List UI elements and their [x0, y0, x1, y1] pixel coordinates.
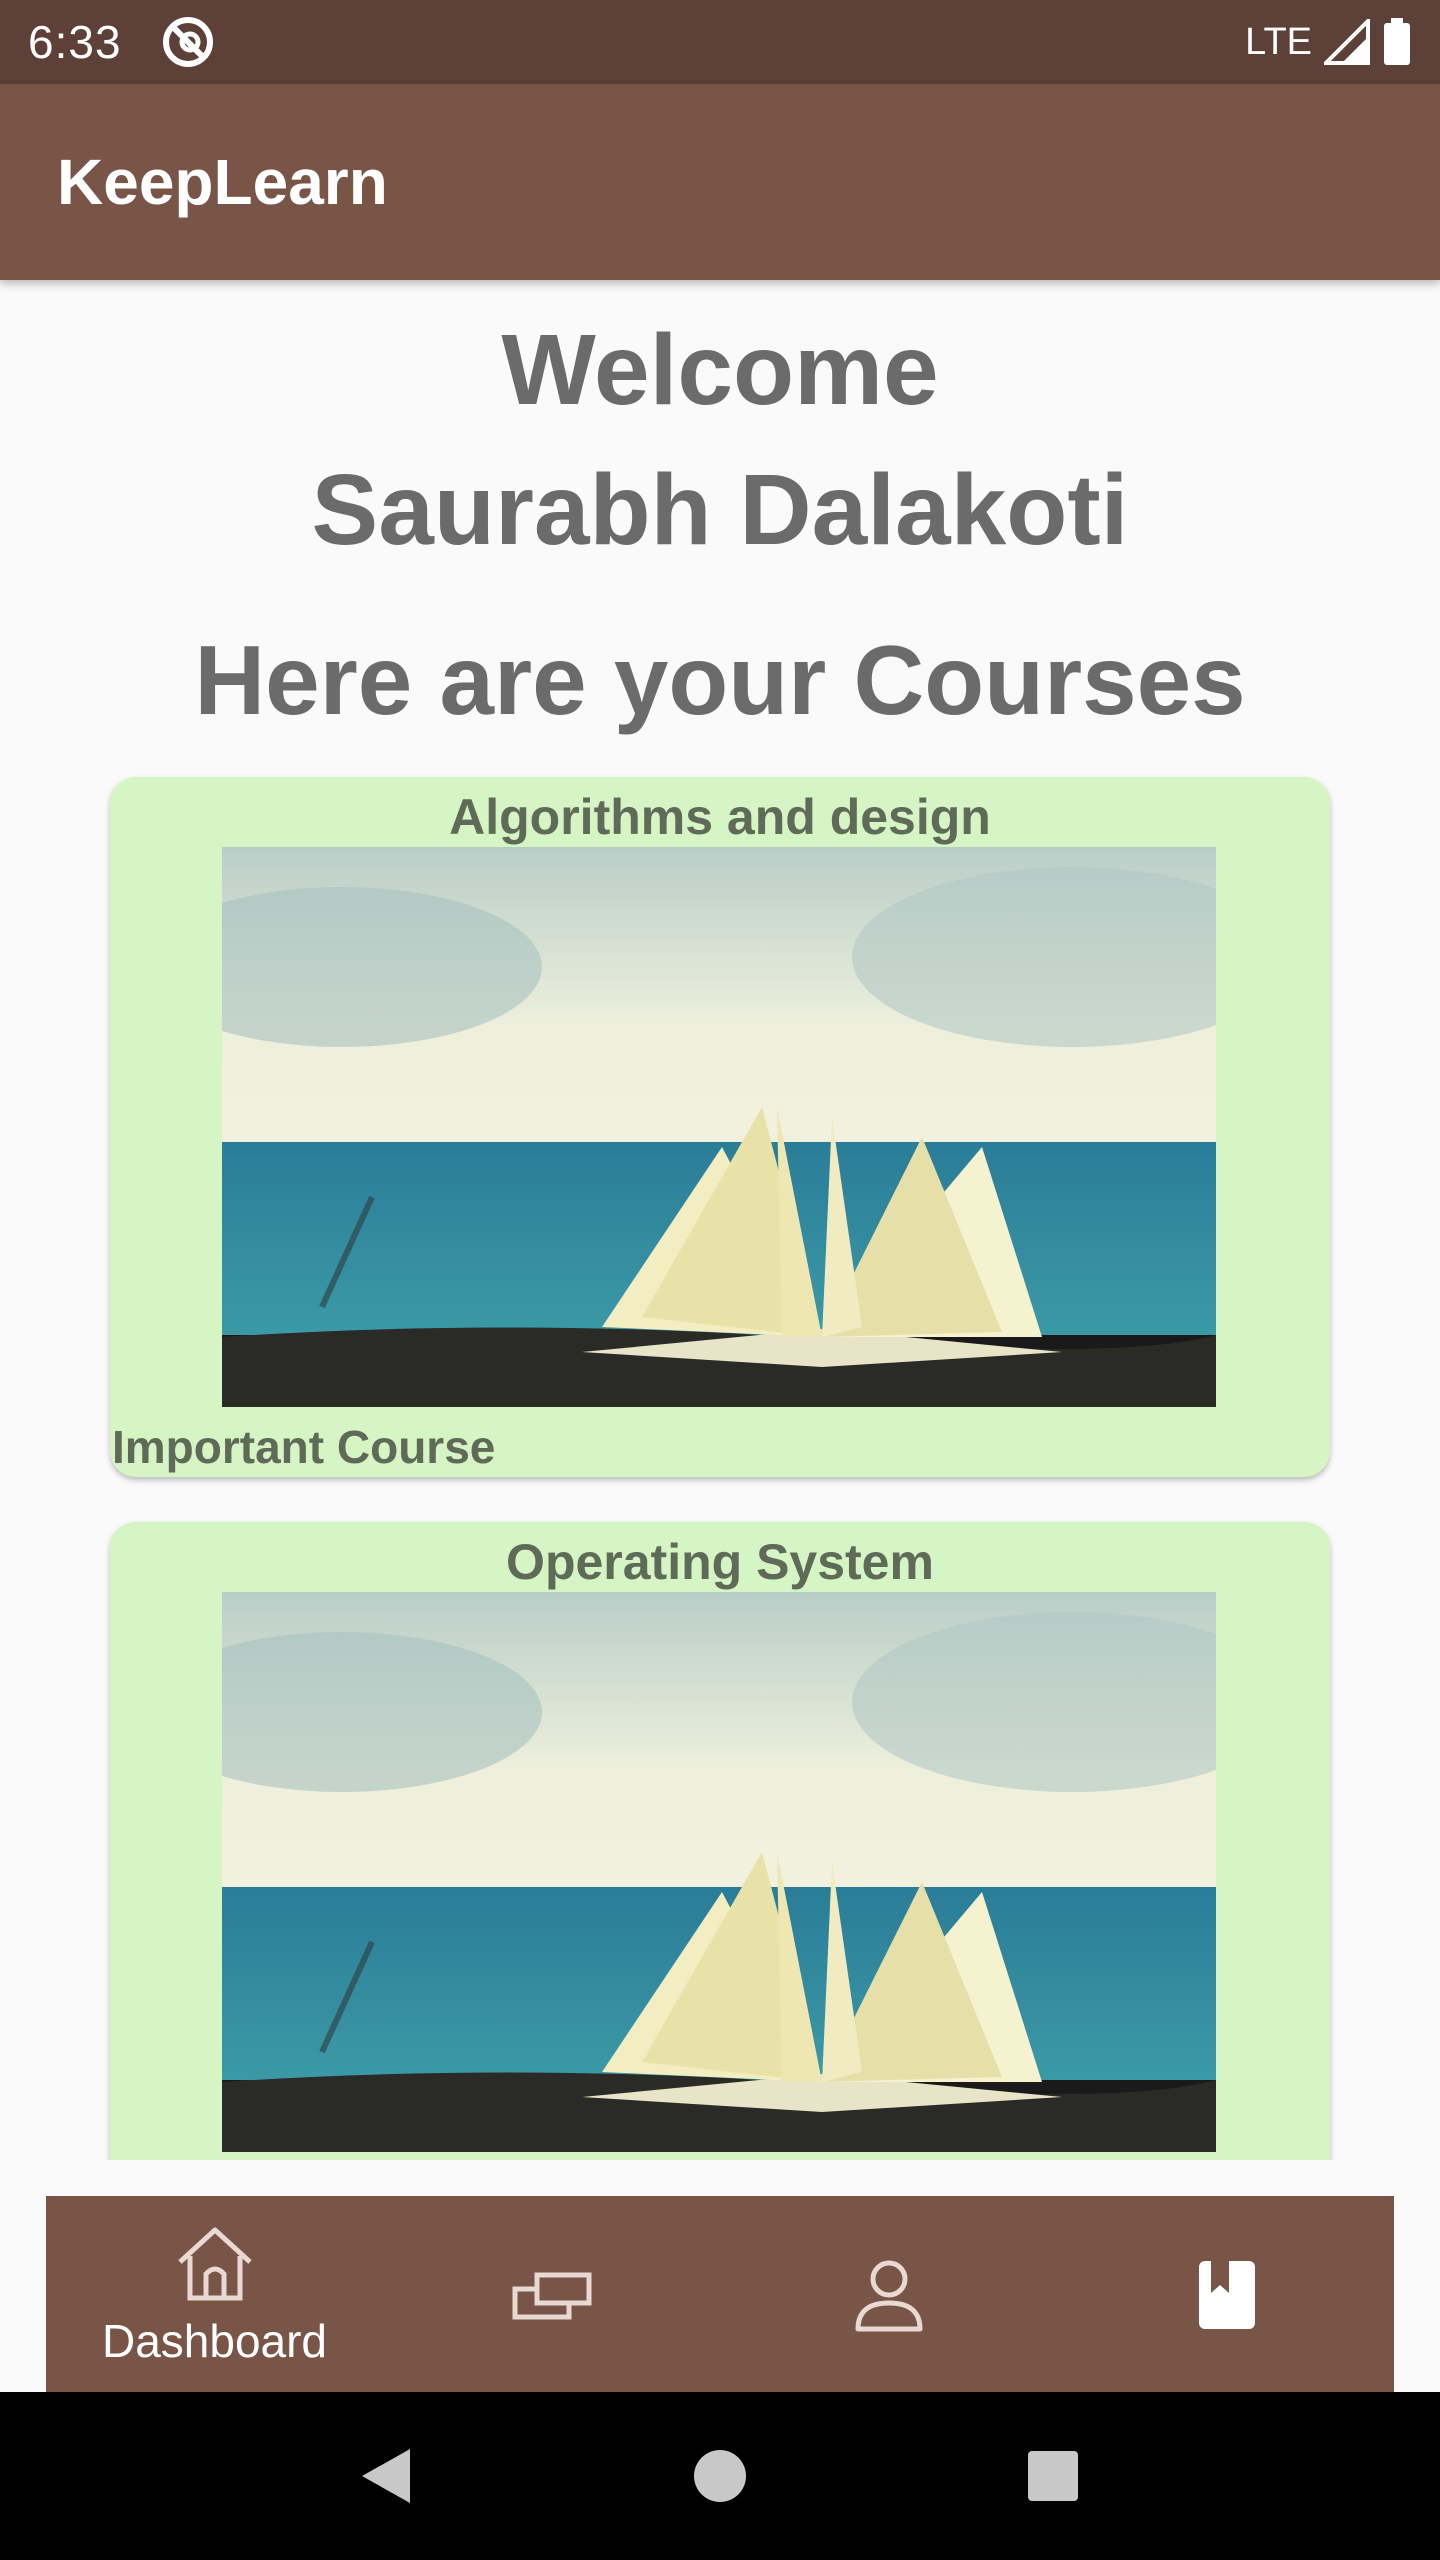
battery-icon	[1384, 18, 1410, 65]
course-card[interactable]: Operating System	[110, 1522, 1330, 2160]
course-title: Algorithms and design	[449, 789, 991, 845]
app-title: KeepLearn	[57, 146, 388, 218]
app-bar: KeepLearn	[0, 84, 1440, 280]
status-bar: 6:33 LTE	[0, 0, 1440, 84]
bookmark-book-icon	[1198, 2261, 1255, 2329]
home-icon	[177, 2227, 252, 2301]
course-image	[222, 1592, 1216, 2152]
bottom-navigation: Dashboard	[46, 2196, 1394, 2392]
status-indicators: LTE	[1245, 18, 1412, 66]
main-content[interactable]: Welcome Saurabh Dalakoti Here are your C…	[0, 280, 1440, 2160]
nav-item-courses[interactable]	[1057, 2196, 1394, 2392]
course-card[interactable]: Algorithms and design Important Course	[110, 777, 1330, 1477]
app-notification-icon	[162, 17, 213, 67]
nav-item-cards[interactable]	[383, 2196, 720, 2392]
nav-label-dashboard: Dashboard	[101, 2315, 328, 2367]
nav-item-profile[interactable]	[720, 2196, 1057, 2392]
profile-icon	[855, 2260, 922, 2332]
user-name: Saurabh Dalakoti	[311, 454, 1129, 566]
courses-heading: Here are your Courses	[194, 625, 1246, 735]
recents-icon[interactable]	[1018, 2441, 1088, 2511]
status-time: 6:33	[28, 16, 122, 68]
network-type: LTE	[1245, 20, 1312, 63]
course-image	[222, 847, 1216, 1407]
course-title: Operating System	[506, 1534, 934, 1590]
cards-icon	[512, 2272, 591, 2320]
signal-icon	[1324, 19, 1370, 65]
home-circle-icon[interactable]	[685, 2441, 755, 2511]
nav-item-dashboard[interactable]: Dashboard	[46, 2196, 383, 2392]
back-icon[interactable]	[352, 2441, 422, 2511]
course-tag: Important Course	[112, 1421, 496, 1473]
system-navigation-bar	[0, 2392, 1440, 2560]
welcome-greeting: Welcome	[501, 314, 939, 426]
